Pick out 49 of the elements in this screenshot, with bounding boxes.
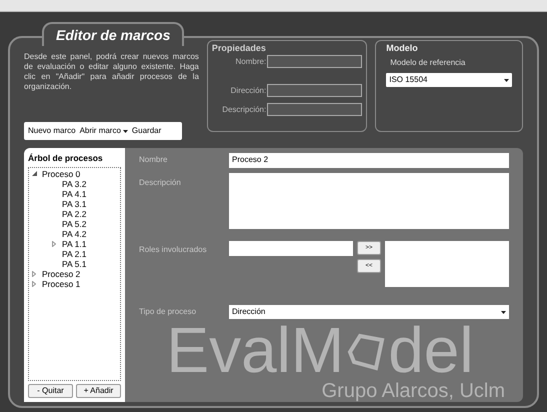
tree-item[interactable]: PA 2.1 bbox=[62, 248, 86, 259]
text-input[interactable] bbox=[267, 55, 362, 68]
intro-text: Desde este panel, podrá crear nuevos marcos de evaluación o editar alguno existente. Haga clic en "Añadir" para añadir procesos de la organización. bbox=[24, 52, 199, 92]
tree-item[interactable]: PA 3.2 bbox=[62, 178, 86, 189]
expanded-arrow-icon[interactable] bbox=[32, 171, 37, 176]
logo-subtitle: Grupo Alarcos, Uclm bbox=[322, 380, 505, 402]
tree-item[interactable]: PA 4.2 bbox=[62, 228, 86, 239]
tree-item[interactable]: PA 5.2 bbox=[62, 218, 86, 229]
field-label: Descripción bbox=[139, 177, 182, 189]
caret-icon bbox=[504, 78, 509, 82]
group-title: Modelo bbox=[386, 43, 419, 54]
tree-item[interactable]: Proceso 2 bbox=[42, 268, 80, 279]
field-label: Nombre: bbox=[236, 56, 266, 68]
description-input[interactable] bbox=[229, 173, 509, 229]
model-select[interactable]: ISO 15504 bbox=[386, 73, 512, 87]
panel-tab[interactable]: Editor de marcos bbox=[42, 22, 184, 46]
tree-button[interactable]: - Quitar bbox=[28, 384, 73, 398]
tree-item[interactable]: PA 4.1 bbox=[62, 188, 86, 199]
tree-item[interactable]: Proceso 0 bbox=[42, 168, 80, 179]
logo-text: del bbox=[388, 320, 474, 380]
collapsed-arrow-icon[interactable] bbox=[32, 270, 36, 277]
tree-item[interactable]: Proceso 1 bbox=[42, 278, 80, 289]
text-input[interactable] bbox=[267, 103, 362, 116]
caret-icon bbox=[122, 130, 128, 132]
collapsed-arrow-icon[interactable] bbox=[52, 240, 56, 247]
name-input[interactable]: Proceso 2 bbox=[229, 152, 509, 168]
collapsed-arrow-icon[interactable] bbox=[32, 280, 36, 287]
field-label: Dirección: bbox=[230, 84, 266, 96]
field-label: Tipo de proceso bbox=[139, 306, 198, 318]
process-type-select[interactable]: Dirección bbox=[229, 305, 509, 319]
tree-item[interactable]: PA 1.1 bbox=[62, 238, 86, 249]
group-title: Propiedades bbox=[212, 43, 267, 54]
field-label: Roles involucrados bbox=[139, 244, 208, 256]
tree-button[interactable]: + Añadir bbox=[76, 384, 121, 398]
logo-text: EvalM bbox=[166, 320, 344, 380]
tree-item[interactable]: PA 5.1 bbox=[62, 258, 86, 269]
field-label: Descripción: bbox=[222, 104, 266, 116]
caret-icon bbox=[501, 310, 506, 314]
text-input[interactable] bbox=[267, 84, 362, 97]
roles-input[interactable] bbox=[229, 241, 353, 256]
toolbar-button[interactable]: Nuevo marco bbox=[28, 125, 76, 137]
toolbar-dropdown[interactable]: Abrir marco bbox=[80, 125, 128, 137]
toolbar-button[interactable]: Guardar bbox=[132, 125, 162, 137]
field-label: Modelo de referencia bbox=[390, 57, 466, 69]
field-label: Nombre bbox=[139, 154, 168, 166]
tree-item[interactable]: PA 2.2 bbox=[62, 208, 86, 219]
tree-item[interactable]: PA 3.1 bbox=[62, 198, 86, 209]
tree-title: Árbol de procesos bbox=[28, 152, 104, 165]
logo-mark-icon bbox=[346, 332, 386, 372]
